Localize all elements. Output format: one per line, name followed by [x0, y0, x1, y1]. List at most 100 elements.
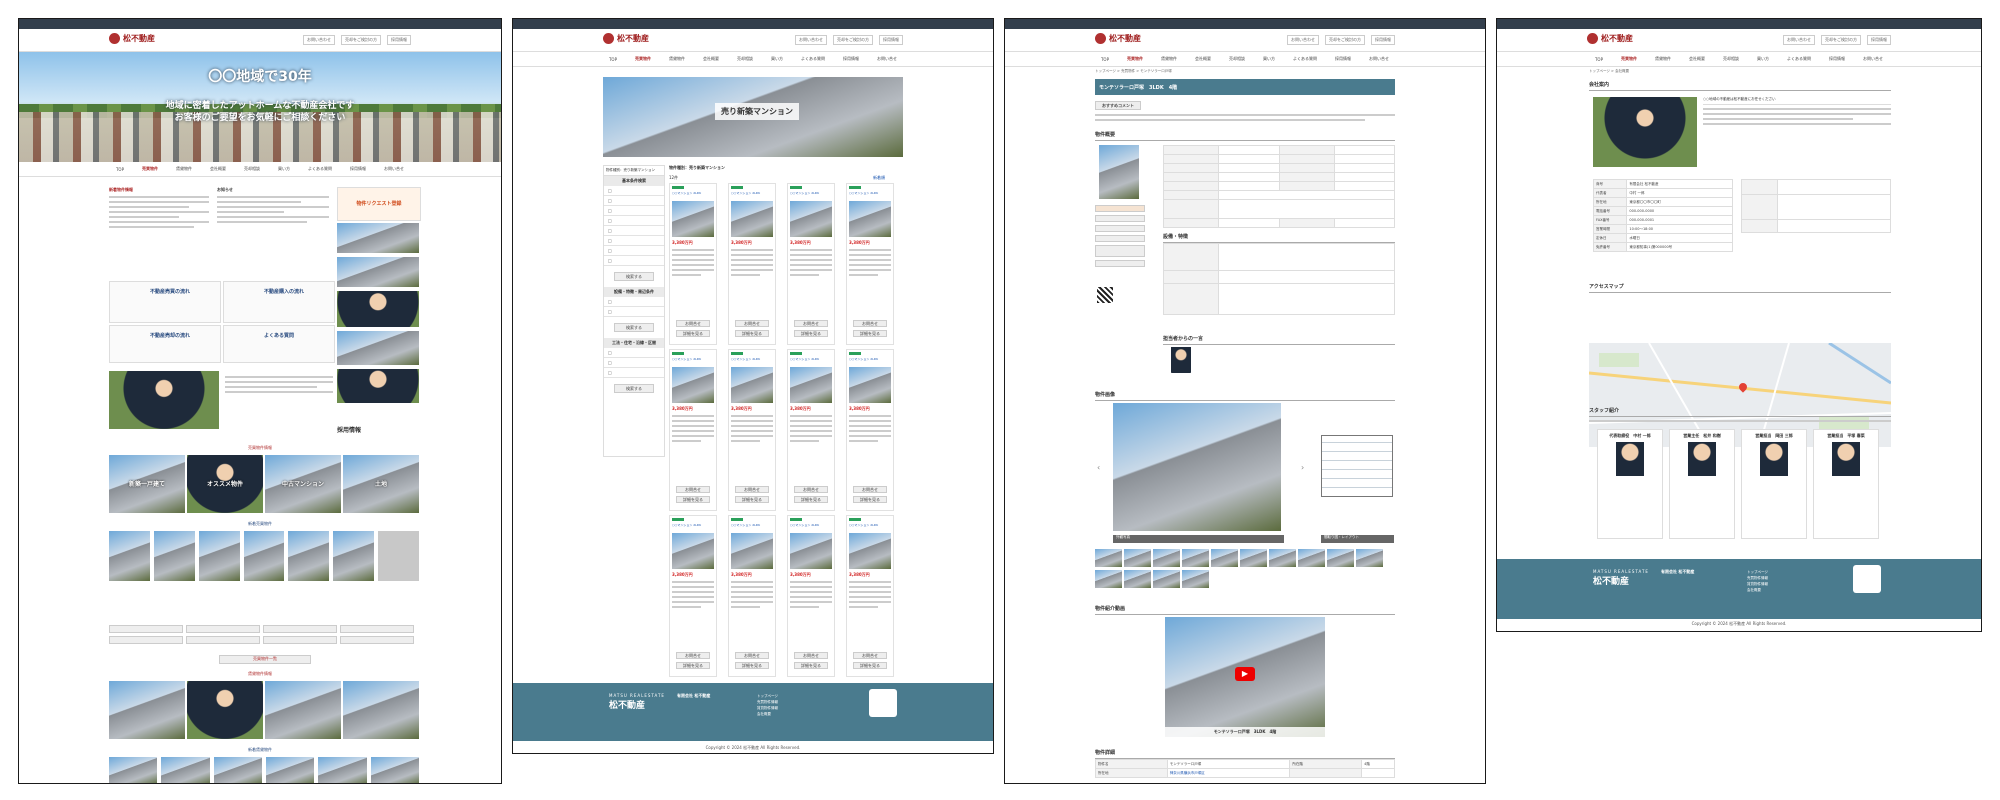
right-banner-2[interactable] — [337, 223, 419, 253]
listing-contact-button[interactable]: お問合せ — [676, 652, 710, 659]
sidebar-filter[interactable]: □ — [604, 196, 664, 206]
gallery-thumb[interactable] — [1298, 549, 1325, 567]
action-button[interactable] — [1095, 225, 1145, 232]
category-button[interactable] — [109, 636, 183, 644]
listing-detail-button[interactable]: 詳細を見る — [794, 496, 828, 503]
header-link-sell[interactable]: 売却をご検討の方 — [1821, 35, 1861, 45]
nav-buy[interactable]: 買い方 — [765, 56, 789, 62]
listing-card[interactable]: ○○マンション 2LDK 3,380万円 お問合せ 詳細を見る — [846, 183, 894, 345]
listing-detail-button[interactable]: 詳細を見る — [853, 662, 887, 669]
gallery-main-photo[interactable] — [1113, 403, 1281, 531]
category-button[interactable] — [340, 625, 414, 633]
sidebar-search-button-3[interactable]: 検索する — [614, 384, 654, 393]
gallery-thumb[interactable] — [1211, 549, 1238, 567]
nav-company[interactable]: 会社概要 — [1683, 56, 1711, 62]
header-link-sell[interactable]: 売却をご検討の方 — [341, 35, 381, 45]
listing-photo[interactable] — [790, 367, 832, 403]
listing-detail-button[interactable]: 詳細を見る — [794, 330, 828, 337]
nav-contact[interactable]: お問い合せ — [871, 56, 903, 62]
nav-top[interactable]: TOP — [1589, 57, 1609, 62]
listing-card[interactable]: ○○マンション 2LDK 3,380万円 お問合せ 詳細を見る — [669, 515, 717, 677]
listing-card[interactable]: ○○マンション 2LDK 3,380万円 お問合せ 詳細を見る — [846, 349, 894, 511]
sidebar-filter[interactable]: □ — [604, 348, 664, 358]
right-banner-6[interactable] — [337, 369, 419, 403]
header-link-recruit[interactable]: 採用情報 — [1867, 35, 1891, 45]
header-link-contact[interactable]: お問い合わせ — [795, 35, 827, 45]
listing-contact-button[interactable]: お問合せ — [794, 652, 828, 659]
footer-link[interactable]: 会社概要 — [1747, 587, 1768, 593]
nav-recruit[interactable]: 採用情報 — [344, 166, 372, 172]
nav-buy[interactable]: 買い方 — [1751, 56, 1775, 62]
listing-name[interactable]: ○○マンション 2LDK — [731, 191, 773, 195]
nav-company[interactable]: 会社概要 — [1189, 56, 1217, 62]
nav-rent[interactable]: 賃貸物件 — [663, 56, 691, 62]
listing-name[interactable]: ○○マンション 2LDK — [790, 357, 832, 361]
tile-used-mansion[interactable]: 中古マンション — [265, 455, 341, 513]
guide-faq-card[interactable]: よくある質問 — [223, 325, 335, 363]
listing-name[interactable]: ○○マンション 2LDK — [672, 191, 714, 195]
thumb[interactable] — [243, 531, 285, 581]
sidebar-filter[interactable]: □ — [604, 186, 664, 196]
listing-detail-button[interactable]: 詳細を見る — [735, 330, 769, 337]
listing-contact-button[interactable]: お問合せ — [676, 486, 710, 493]
thumb[interactable] — [161, 757, 210, 783]
listing-name[interactable]: ○○マンション 2LDK — [849, 523, 891, 527]
listing-photo[interactable] — [731, 201, 773, 237]
thumb[interactable] — [153, 531, 195, 581]
listing-card[interactable]: ○○マンション 2LDK 3,380万円 お問合せ 詳細を見る — [728, 515, 776, 677]
site-logo[interactable]: 松不動産 — [603, 33, 649, 44]
sidebar-filter[interactable]: □ — [604, 368, 664, 378]
listing-photo[interactable] — [790, 533, 832, 569]
nav-sell[interactable]: 売却相談 — [731, 56, 759, 62]
site-logo[interactable]: 松不動産 — [1587, 33, 1633, 44]
thumb-placeholder[interactable] — [378, 531, 420, 581]
listing-detail-button[interactable]: 詳細を見る — [853, 330, 887, 337]
listing-photo[interactable] — [672, 201, 714, 237]
listing-detail-button[interactable]: 詳細を見る — [735, 662, 769, 669]
gallery-thumb[interactable] — [1153, 549, 1180, 567]
gallery-thumb[interactable] — [1182, 570, 1209, 588]
guide-sell-card[interactable]: 不動産売却の流れ — [109, 325, 221, 363]
breadcrumb[interactable]: トップページ > 会社概要 — [1589, 69, 1629, 74]
nav-rent[interactable]: 賃貸物件 — [170, 166, 198, 172]
gallery-prev-icon[interactable]: ‹ — [1097, 463, 1100, 472]
listing-contact-button[interactable]: お問合せ — [735, 486, 769, 493]
video-player[interactable]: ▶ モンテソラーロ戸塚 3LDK 4階 — [1165, 617, 1325, 737]
footer-logo[interactable]: MATSU REALESTATE 松不動産 — [1593, 569, 1649, 587]
right-banner-4[interactable] — [337, 291, 419, 327]
listing-photo[interactable] — [849, 367, 891, 403]
nav-sell[interactable]: 売却相談 — [1717, 56, 1745, 62]
thumb[interactable] — [288, 531, 330, 581]
thumb[interactable] — [109, 757, 158, 783]
listing-name[interactable]: ○○マンション 2LDK — [672, 357, 714, 361]
listing-photo[interactable] — [731, 533, 773, 569]
sale-list-button[interactable]: 売買物件一覧 — [219, 655, 311, 664]
gallery-thumb[interactable] — [1124, 549, 1151, 567]
nav-company[interactable]: 会社概要 — [204, 166, 232, 172]
listing-photo[interactable] — [849, 533, 891, 569]
footer-link[interactable]: 会社概要 — [757, 711, 778, 717]
listing-card[interactable]: ○○マンション 2LDK 3,380万円 お問合せ 詳細を見る — [846, 515, 894, 677]
sidebar-filter[interactable]: □ — [604, 226, 664, 236]
listing-card[interactable]: ○○マンション 2LDK 3,380万円 お問合せ 詳細を見る — [728, 183, 776, 345]
listing-photo[interactable] — [849, 201, 891, 237]
listing-name[interactable]: ○○マンション 2LDK — [731, 357, 773, 361]
nav-top[interactable]: TOP — [110, 167, 130, 172]
header-link-recruit[interactable]: 採用情報 — [1371, 35, 1395, 45]
gallery-thumb[interactable] — [1095, 549, 1122, 567]
guide-buy-card[interactable]: 不動産売買の流れ — [109, 281, 221, 323]
listing-card[interactable]: ○○マンション 2LDK 3,380万円 お問合せ 詳細を見る — [787, 183, 835, 345]
nav-faq[interactable]: よくある質問 — [302, 166, 338, 172]
listing-name[interactable]: ○○マンション 2LDK — [790, 191, 832, 195]
category-button[interactable] — [186, 625, 260, 633]
thumb[interactable] — [213, 757, 262, 783]
listing-contact-button[interactable]: お問合せ — [735, 320, 769, 327]
nav-sale[interactable]: 売買物件 — [136, 166, 164, 172]
nav-buy[interactable]: 買い方 — [1257, 56, 1281, 62]
nav-sale[interactable]: 売買物件 — [1615, 56, 1643, 62]
listing-photo[interactable] — [672, 533, 714, 569]
listing-card[interactable]: ○○マンション 2LDK 3,380万円 お問合せ 詳細を見る — [787, 515, 835, 677]
gallery-thumb[interactable] — [1240, 549, 1267, 567]
nav-recruit[interactable]: 採用情報 — [1823, 56, 1851, 62]
nav-faq[interactable]: よくある質問 — [1781, 56, 1817, 62]
